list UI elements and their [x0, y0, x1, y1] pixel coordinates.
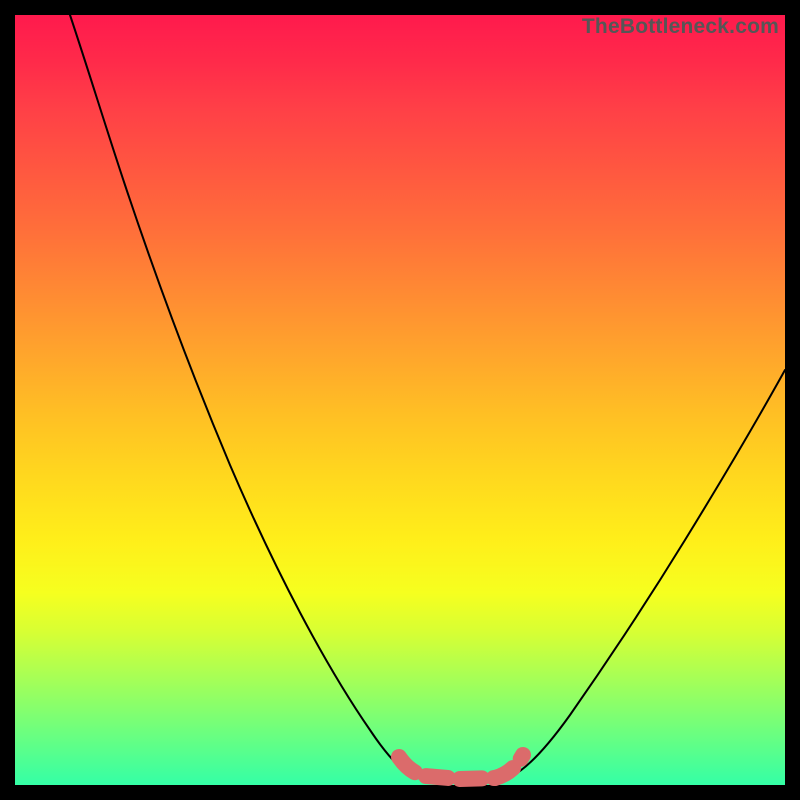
chart-frame: TheBottleneck.com — [0, 0, 800, 800]
chart-svg — [15, 15, 785, 785]
bottleneck-curve-left — [70, 15, 415, 777]
bottleneck-curve-right — [510, 370, 785, 777]
optimal-plateau-marker — [399, 755, 523, 779]
plot-area: TheBottleneck.com — [15, 15, 785, 785]
